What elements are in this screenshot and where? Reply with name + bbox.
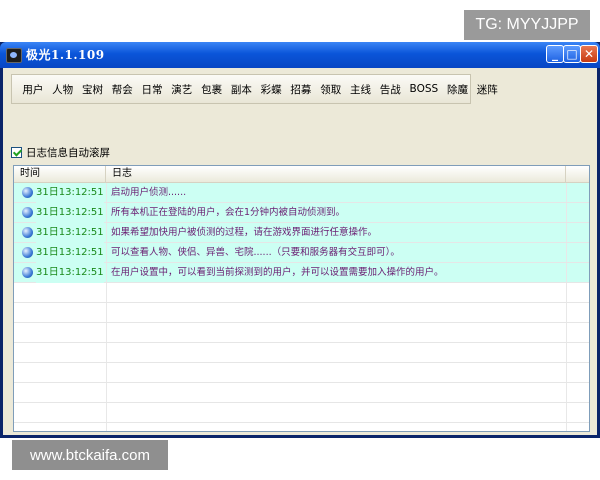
empty-log-row	[14, 283, 589, 303]
menu-item[interactable]: 主线	[346, 82, 376, 97]
info-icon	[22, 207, 33, 218]
log-header: 时间 日志	[14, 166, 589, 183]
menu-item[interactable]: 宝树	[78, 82, 108, 97]
client-area: 用户 人物 宝树 帮会 日常 演艺 包裹 副本 彩蝶 招募 领取 主线 告战 BOSS 除魔 迷阵 日志信息自…	[3, 68, 597, 435]
info-icon	[22, 267, 33, 278]
log-row[interactable]: 31日13:12:51 所有本机正在登陆的用户，会在1分钟内被自动侦测到。	[14, 203, 589, 223]
menu-item[interactable]: 领取	[316, 82, 346, 97]
log-row[interactable]: 31日13:12:51 启动用户侦测......	[14, 183, 589, 203]
empty-log-row	[14, 343, 589, 363]
log-row[interactable]: 31日13:12:51 在用户设置中，可以看到当前探测到的用户，并可以设置需要加入…	[14, 263, 589, 283]
column-header-time[interactable]: 时间	[14, 166, 106, 182]
log-time: 31日13:12:51	[36, 183, 104, 203]
log-message: 可以查看人物、侠侣、异兽、宅院......（只要和服务器有交互即可）。	[111, 247, 400, 258]
site-watermark: www.btckaifa.com	[12, 440, 168, 470]
maximize-button[interactable]: □	[563, 45, 581, 63]
menu-item[interactable]: 除魔	[443, 82, 473, 97]
close-button[interactable]: ✕	[580, 45, 598, 63]
menu-item[interactable]: 迷阵	[472, 82, 502, 97]
empty-log-row	[14, 323, 589, 343]
column-header-message[interactable]: 日志	[106, 166, 566, 182]
log-message: 如果希望加快用户被侦测的过程，请在游戏界面进行任意操作。	[111, 227, 378, 238]
autoscroll-label: 日志信息自动滚屏	[26, 146, 110, 159]
log-message: 启动用户侦测......	[111, 187, 187, 198]
menu-item[interactable]: 日常	[137, 82, 167, 97]
empty-log-row	[14, 363, 589, 383]
menu-item[interactable]: 彩蝶	[256, 82, 286, 97]
log-time: 31日13:12:51	[36, 203, 104, 223]
menu-item[interactable]: 人物	[48, 82, 78, 97]
log-message: 所有本机正在登陆的用户，会在1分钟内被自动侦测到。	[111, 207, 346, 218]
empty-log-row	[14, 403, 589, 423]
empty-log-row	[14, 423, 589, 431]
log-list[interactable]: 时间 日志 31日13:12:51 启动用户侦测...... 31日13:12:51…	[13, 165, 590, 432]
empty-log-row	[14, 383, 589, 403]
window-title: 极光1.1.109	[26, 48, 105, 62]
log-message: 在用户设置中，可以看到当前探测到的用户，并可以设置需要加入操作的用户。	[111, 267, 444, 278]
menu-item[interactable]: 招募	[286, 82, 316, 97]
info-icon	[22, 187, 33, 198]
menu-item[interactable]: 包裹	[197, 82, 227, 97]
app-window: 极光1.1.109 _ □ ✕ 用户 人物 宝树 帮会 日常 演艺 包裹 副本 彩蝶 招募 领取 主线…	[0, 42, 600, 438]
info-icon	[22, 227, 33, 238]
title-bar[interactable]: 极光1.1.109 _ □ ✕	[0, 42, 600, 68]
log-time: 31日13:12:51	[36, 263, 104, 283]
menu-bar: 用户 人物 宝树 帮会 日常 演艺 包裹 副本 彩蝶 招募 领取 主线 告战 BOSS 除魔 迷阵	[11, 74, 498, 104]
empty-log-row	[14, 303, 589, 323]
menu-item[interactable]: 副本	[226, 82, 256, 97]
minimize-button[interactable]: _	[546, 45, 564, 63]
menu-item[interactable]: BOSS	[405, 83, 442, 95]
autoscroll-checkbox[interactable]	[11, 146, 22, 158]
menu-item[interactable]: 用户	[18, 82, 48, 97]
menu-item[interactable]: 帮会	[107, 82, 137, 97]
log-row[interactable]: 31日13:12:51 如果希望加快用户被侦测的过程，请在游戏界面进行任意操作。	[14, 223, 589, 243]
log-rows: 31日13:12:51 启动用户侦测...... 31日13:12:51 所有本机正在…	[14, 183, 589, 431]
log-row[interactable]: 31日13:12:51 可以查看人物、侠侣、异兽、宅院......（只要和服务器有…	[14, 243, 589, 263]
log-time: 31日13:12:51	[36, 223, 104, 243]
info-icon	[22, 247, 33, 258]
menu-item[interactable]: 演艺	[167, 82, 197, 97]
menu-item[interactable]: 告战	[375, 82, 405, 97]
tg-watermark: TG: MYYJJPP	[464, 10, 590, 40]
app-icon	[6, 48, 22, 63]
log-time: 31日13:12:51	[36, 243, 104, 263]
autoscroll-option[interactable]: 日志信息自动滚屏	[11, 144, 110, 160]
